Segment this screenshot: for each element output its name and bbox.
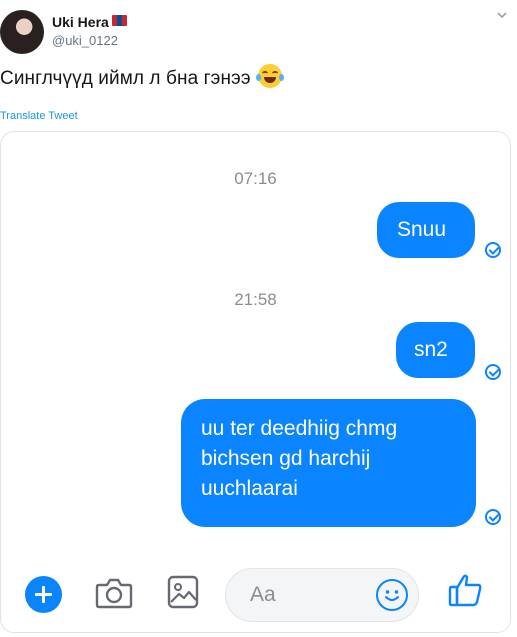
thumbs-up-icon[interactable] <box>447 572 483 608</box>
message-input[interactable]: Aa <box>225 568 419 622</box>
chat-timestamp: 21:58 <box>234 290 277 309</box>
sent-check-icon <box>485 242 501 258</box>
translate-tweet-link[interactable]: Translate Tweet <box>0 110 78 122</box>
chat-timestamp: 07:16 <box>234 169 277 188</box>
chevron-down-icon[interactable] <box>497 10 507 20</box>
tweet-header: Uki Hera @uki_0122 <box>0 0 517 60</box>
message-text-line: bichsen gd harchij <box>201 447 371 470</box>
sent-check-icon <box>485 509 501 525</box>
message-text-line: uuchlaarai <box>201 477 298 500</box>
emoji-icon[interactable] <box>376 579 408 611</box>
message-bubble[interactable]: sn2 <box>396 322 475 378</box>
message-bubble[interactable]: Snuu <box>377 202 475 258</box>
avatar[interactable] <box>0 10 44 54</box>
tweet-text-content: Синглчүүд иймл л бна гэнээ <box>0 68 251 89</box>
sent-check-icon <box>485 364 501 380</box>
message-text: sn2 <box>414 338 448 361</box>
message-text-line: uu ter deedhiig chmg <box>201 417 398 440</box>
gallery-icon[interactable] <box>167 574 199 610</box>
plus-icon[interactable] <box>25 576 62 613</box>
mongolia-flag-icon <box>112 15 127 26</box>
camera-icon[interactable] <box>95 575 133 611</box>
tweet-text: Синглчүүд иймл л бна гэнээ <box>0 64 285 90</box>
message-input-placeholder: Aa <box>250 583 276 606</box>
user-handle[interactable]: @uki_0122 <box>52 33 118 48</box>
message-bubble[interactable]: uu ter deedhiig chmg bichsen gd harchij … <box>181 399 476 527</box>
tweet-media-screenshot[interactable]: 07:16 Snuu 21:58 sn2 uu ter deedhiig chm… <box>0 131 511 633</box>
message-text: Snuu <box>397 218 447 241</box>
tears-of-joy-emoji-icon <box>256 64 285 88</box>
message-composer: Aa <box>1 562 510 632</box>
display-name[interactable]: Uki Hera <box>52 14 109 30</box>
